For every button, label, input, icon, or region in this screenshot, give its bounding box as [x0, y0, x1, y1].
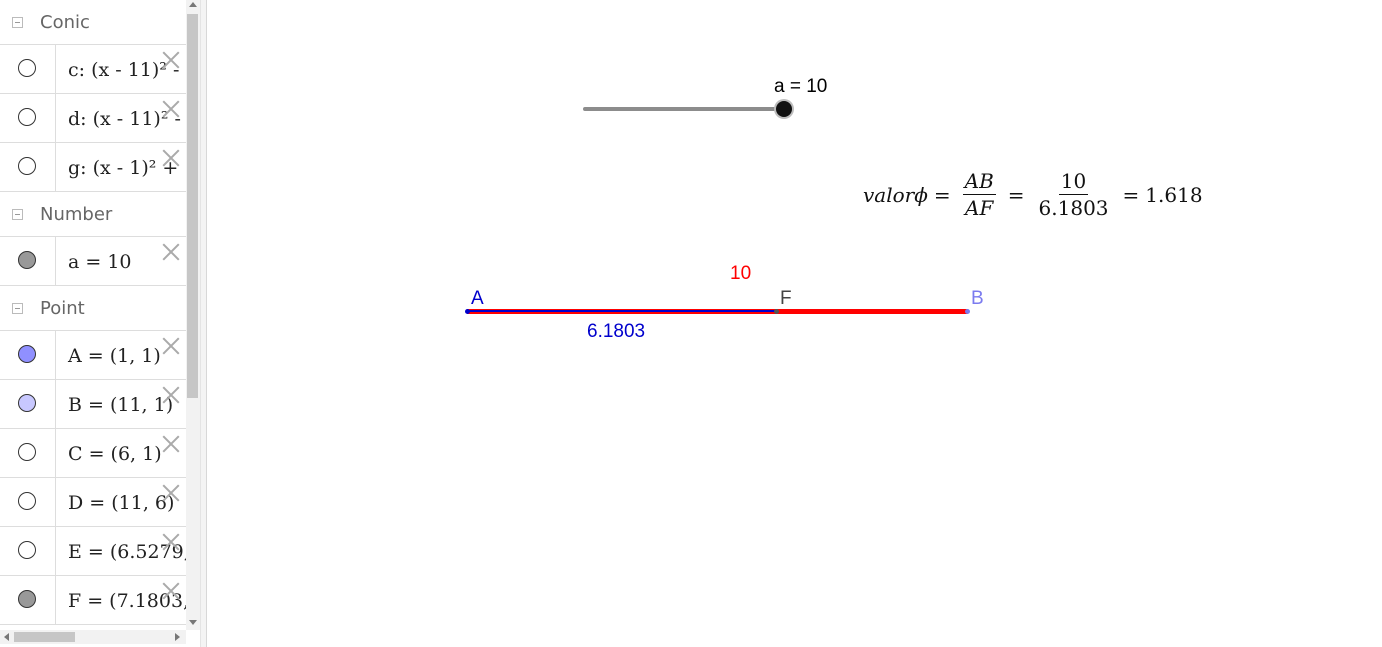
- marble-cell: [0, 576, 56, 624]
- point-label-b: B: [971, 288, 984, 309]
- definition-text[interactable]: B = (11, 1): [68, 394, 173, 416]
- visibility-toggle[interactable]: [18, 394, 36, 412]
- marble-cell: [0, 94, 56, 142]
- algebra-item-g[interactable]: g: (x - 1)² +: [0, 143, 186, 192]
- scroll-up-arrow-icon[interactable]: [189, 2, 197, 7]
- close-icon[interactable]: [162, 337, 180, 355]
- marble-cell: [0, 380, 56, 428]
- visibility-toggle[interactable]: [18, 590, 36, 608]
- visibility-toggle[interactable]: [18, 251, 36, 269]
- point-label-f: F: [780, 288, 792, 309]
- marble-cell: [0, 237, 56, 285]
- close-icon[interactable]: [162, 533, 180, 551]
- group-header-point[interactable]: Point: [0, 286, 186, 331]
- algebra-item-B[interactable]: B = (11, 1): [0, 380, 186, 429]
- close-icon[interactable]: [162, 51, 180, 69]
- graphics-view[interactable]: a = 10 valorϕ = AB AF = 10 6.1803 = 1.61…: [207, 0, 1382, 647]
- definition-text[interactable]: a = 10: [68, 251, 132, 273]
- close-icon[interactable]: [162, 484, 180, 502]
- view-divider[interactable]: [200, 0, 207, 647]
- fraction-numerator: AB: [962, 169, 996, 195]
- algebra-item-a[interactable]: a = 10: [0, 237, 186, 286]
- algebra-view: Conic c: (x - 11)² - d: (x - 11)² - g: (…: [0, 0, 200, 647]
- algebra-item-F[interactable]: F = (7.1803,: [0, 576, 186, 625]
- marble-cell: [0, 143, 56, 191]
- definition-text[interactable]: A = (1, 1): [68, 345, 161, 367]
- formula-result: 1.618: [1145, 182, 1203, 207]
- point-label-a: A: [471, 288, 484, 309]
- algebra-item-E[interactable]: E = (6.5279,: [0, 527, 186, 576]
- fraction-denominator: 6.1803: [1038, 196, 1109, 220]
- formula-lhs: valorϕ: [863, 182, 928, 207]
- close-icon[interactable]: [162, 100, 180, 118]
- slider-knob[interactable]: [776, 101, 792, 117]
- algebra-item-A[interactable]: A = (1, 1): [0, 331, 186, 380]
- point-f[interactable]: [774, 309, 779, 314]
- close-icon[interactable]: [162, 243, 180, 261]
- scroll-down-arrow-icon[interactable]: [189, 620, 197, 625]
- scroll-left-arrow-icon[interactable]: [4, 633, 9, 641]
- visibility-toggle[interactable]: [18, 541, 36, 559]
- horizontal-scrollbar[interactable]: [0, 630, 186, 644]
- algebra-item-D[interactable]: D = (11, 6): [0, 478, 186, 527]
- group-title: Number: [40, 204, 113, 225]
- close-icon[interactable]: [162, 435, 180, 453]
- visibility-toggle[interactable]: [18, 345, 36, 363]
- equals-sign: =: [933, 182, 951, 207]
- group-header-number[interactable]: Number: [0, 192, 186, 237]
- close-icon[interactable]: [162, 582, 180, 600]
- definition-text[interactable]: C = (6, 1): [68, 443, 162, 465]
- visibility-toggle[interactable]: [18, 59, 36, 77]
- visibility-toggle[interactable]: [18, 443, 36, 461]
- scroll-thumb[interactable]: [187, 14, 198, 398]
- golden-ratio-formula: valorϕ = AB AF = 10 6.1803 = 1.618: [863, 170, 1203, 219]
- visibility-toggle[interactable]: [18, 492, 36, 510]
- algebra-item-c[interactable]: c: (x - 11)² -: [0, 45, 186, 94]
- group-header-conic[interactable]: Conic: [0, 0, 186, 45]
- close-icon[interactable]: [162, 149, 180, 167]
- close-icon[interactable]: [162, 386, 180, 404]
- point-b[interactable]: [965, 309, 970, 314]
- marble-cell: [0, 429, 56, 477]
- collapse-icon[interactable]: [12, 209, 23, 220]
- fraction-values: 10 6.1803: [1037, 170, 1111, 219]
- marble-cell: [0, 478, 56, 526]
- collapse-icon[interactable]: [12, 17, 23, 28]
- algebra-item-C[interactable]: C = (6, 1): [0, 429, 186, 478]
- group-title: Conic: [40, 12, 90, 33]
- group-title: Point: [40, 298, 85, 319]
- algebra-item-d[interactable]: d: (x - 11)² -: [0, 94, 186, 143]
- scroll-thumb[interactable]: [14, 632, 75, 642]
- point-a[interactable]: [465, 309, 470, 314]
- visibility-toggle[interactable]: [18, 157, 36, 175]
- length-label-af: 6.1803: [587, 321, 646, 342]
- collapse-icon[interactable]: [12, 303, 23, 314]
- visibility-toggle[interactable]: [18, 108, 36, 126]
- marble-cell: [0, 45, 56, 93]
- algebra-list: Conic c: (x - 11)² - d: (x - 11)² - g: (…: [0, 0, 186, 630]
- marble-cell: [0, 331, 56, 379]
- length-label-ab: 10: [730, 263, 752, 284]
- fraction-ab-af: AB AF: [962, 169, 996, 220]
- scroll-right-arrow-icon[interactable]: [175, 633, 180, 641]
- definition-text[interactable]: D = (11, 6): [68, 492, 174, 514]
- fraction-numerator: 10: [1058, 169, 1089, 195]
- vertical-scrollbar[interactable]: [186, 0, 200, 630]
- equals-sign: =: [1007, 182, 1025, 207]
- segment-af[interactable]: [467, 310, 777, 312]
- marble-cell: [0, 527, 56, 575]
- fraction-denominator: AF: [965, 196, 994, 220]
- slider-track[interactable]: [583, 107, 785, 111]
- slider-label: a = 10: [774, 76, 828, 97]
- equals-sign: =: [1122, 182, 1140, 207]
